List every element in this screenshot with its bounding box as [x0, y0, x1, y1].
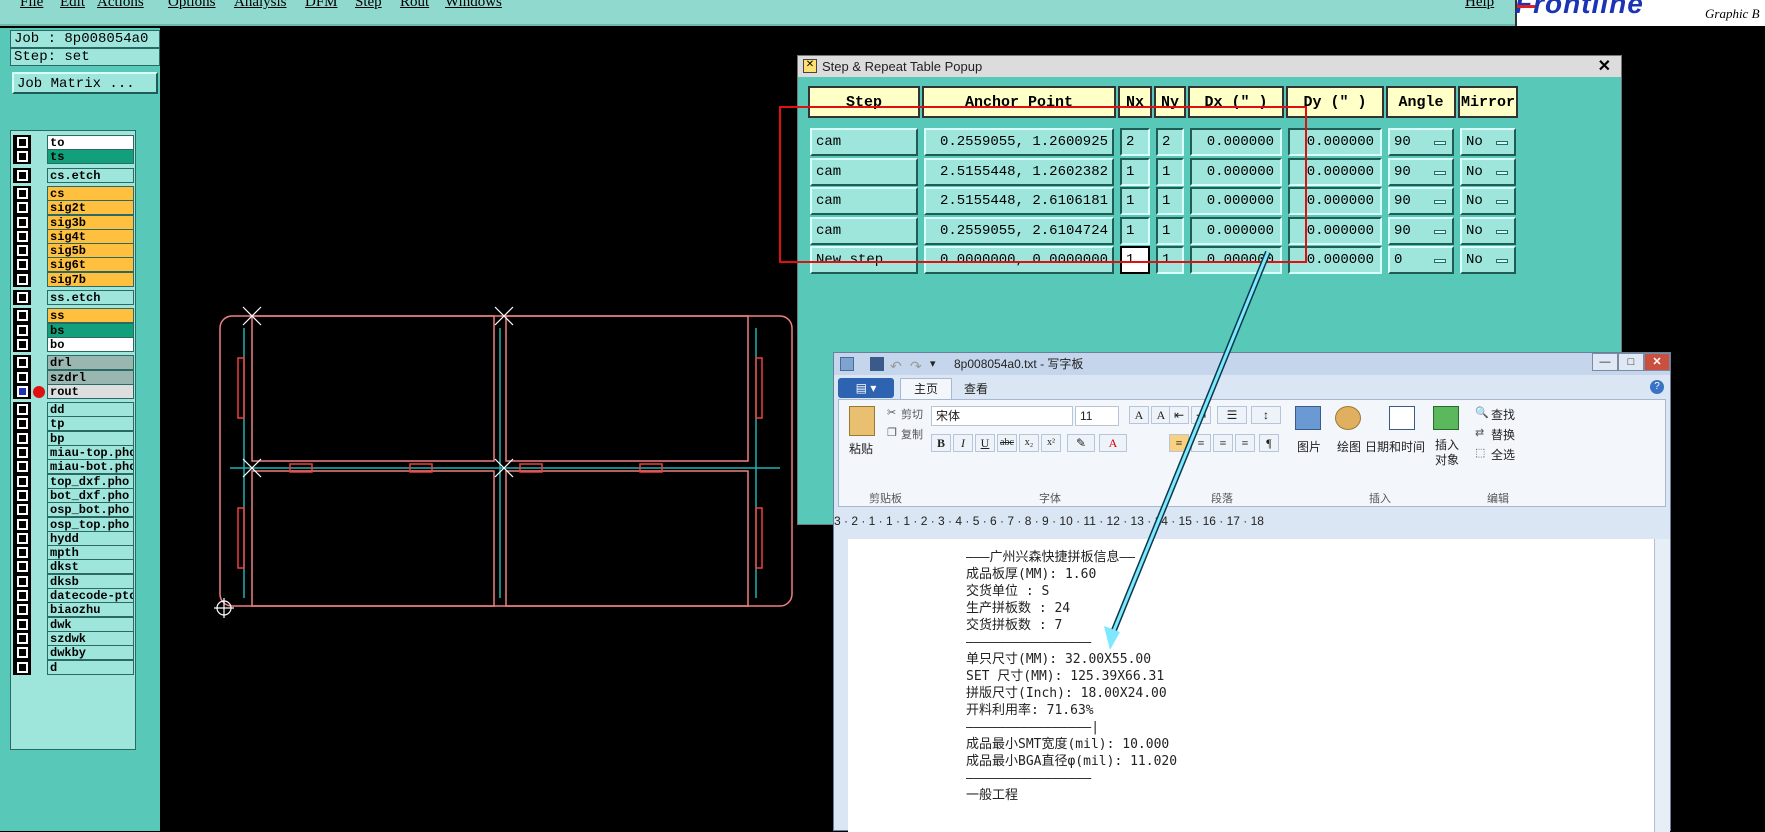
arrow-line [1108, 251, 1270, 641]
arrow-head [1104, 626, 1120, 650]
annotation-arrow [1104, 250, 1271, 650]
